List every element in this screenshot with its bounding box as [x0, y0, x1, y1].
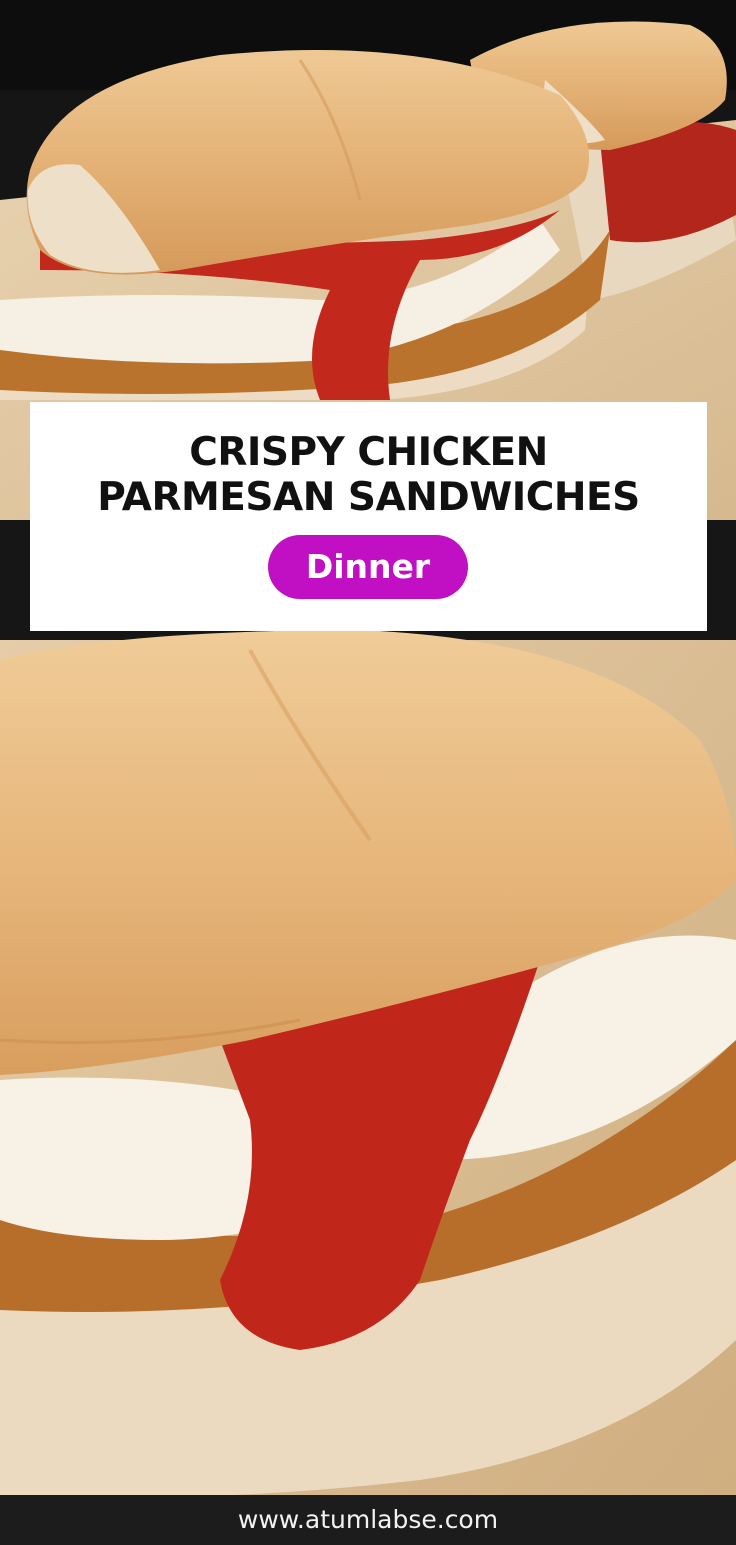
recipe-title-line-2: PARMESAN SANDWICHES	[97, 475, 640, 520]
website-link[interactable]: www.atumlabse.com	[238, 1505, 498, 1534]
recipe-title-line-1: CRISPY CHICKEN	[189, 430, 548, 475]
bottom-food-photo	[0, 520, 736, 1495]
title-card: CRISPY CHICKEN PARMESAN SANDWICHES Dinne…	[30, 402, 707, 631]
category-badge[interactable]: Dinner	[268, 535, 468, 599]
bottom-photo-illustration	[0, 520, 736, 1495]
recipe-title: CRISPY CHICKEN PARMESAN SANDWICHES	[30, 430, 707, 520]
footer-bar: www.atumlabse.com	[0, 1495, 736, 1545]
